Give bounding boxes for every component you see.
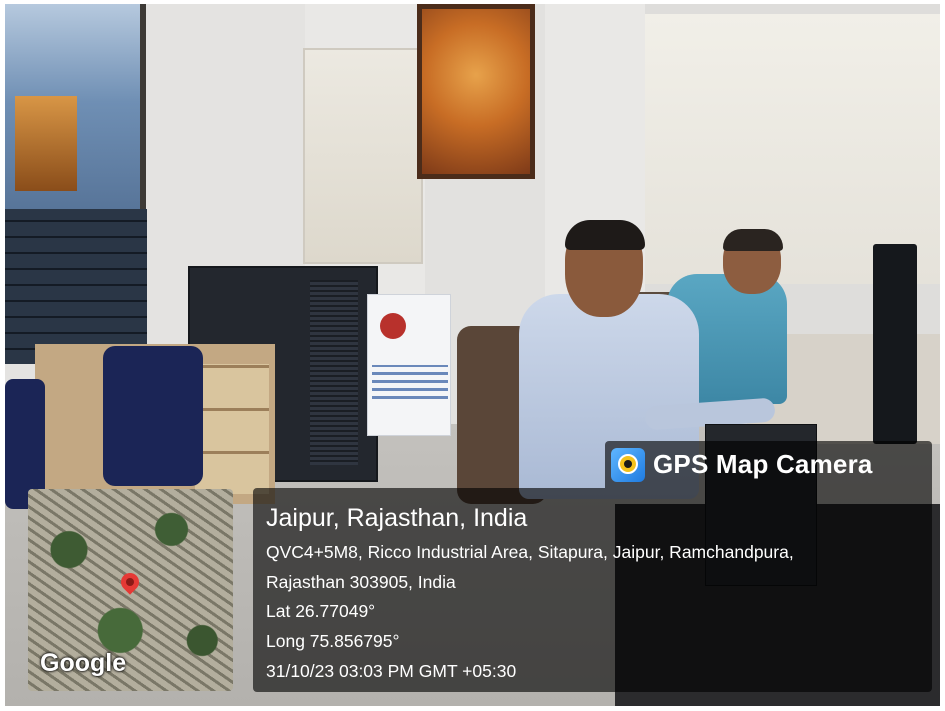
gps-map-camera-badge: GPS Map Camera (605, 441, 932, 488)
map-pin-icon (117, 569, 143, 595)
location-info-panel: Jaipur, Rajasthan, India QVC4+5M8, Ricco… (253, 488, 932, 692)
location-title: Jaipur, Rajasthan, India (266, 504, 528, 532)
app-name: GPS Map Camera (653, 449, 873, 479)
university-banner (367, 294, 451, 436)
latitude: Lat 26.77049° (266, 601, 376, 621)
banner-text (372, 365, 448, 399)
person-teal-hair (723, 229, 783, 251)
computer-monitor (873, 244, 917, 444)
office-chair-left (103, 346, 203, 486)
desk-drawers (195, 364, 269, 494)
google-logo: Google (40, 649, 127, 677)
address-line-2: Rajasthan 303905, India (266, 572, 456, 592)
longitude: Long 75.856795° (266, 631, 400, 651)
address-line-1: QVC4+5M8, Ricco Industrial Area, Sitapur… (266, 542, 794, 562)
video-wall-monitor (5, 209, 147, 364)
timestamp: 31/10/23 03:03 PM GMT +05:30 (266, 661, 517, 681)
gps-map-camera-icon (611, 447, 645, 482)
painting-left-detail (15, 96, 77, 191)
university-logo (380, 313, 406, 339)
person-striped-hair (565, 220, 645, 250)
window-blind-left (303, 48, 423, 264)
satellite-map-thumbnail: Google (28, 489, 233, 691)
buddha-painting (417, 4, 535, 179)
